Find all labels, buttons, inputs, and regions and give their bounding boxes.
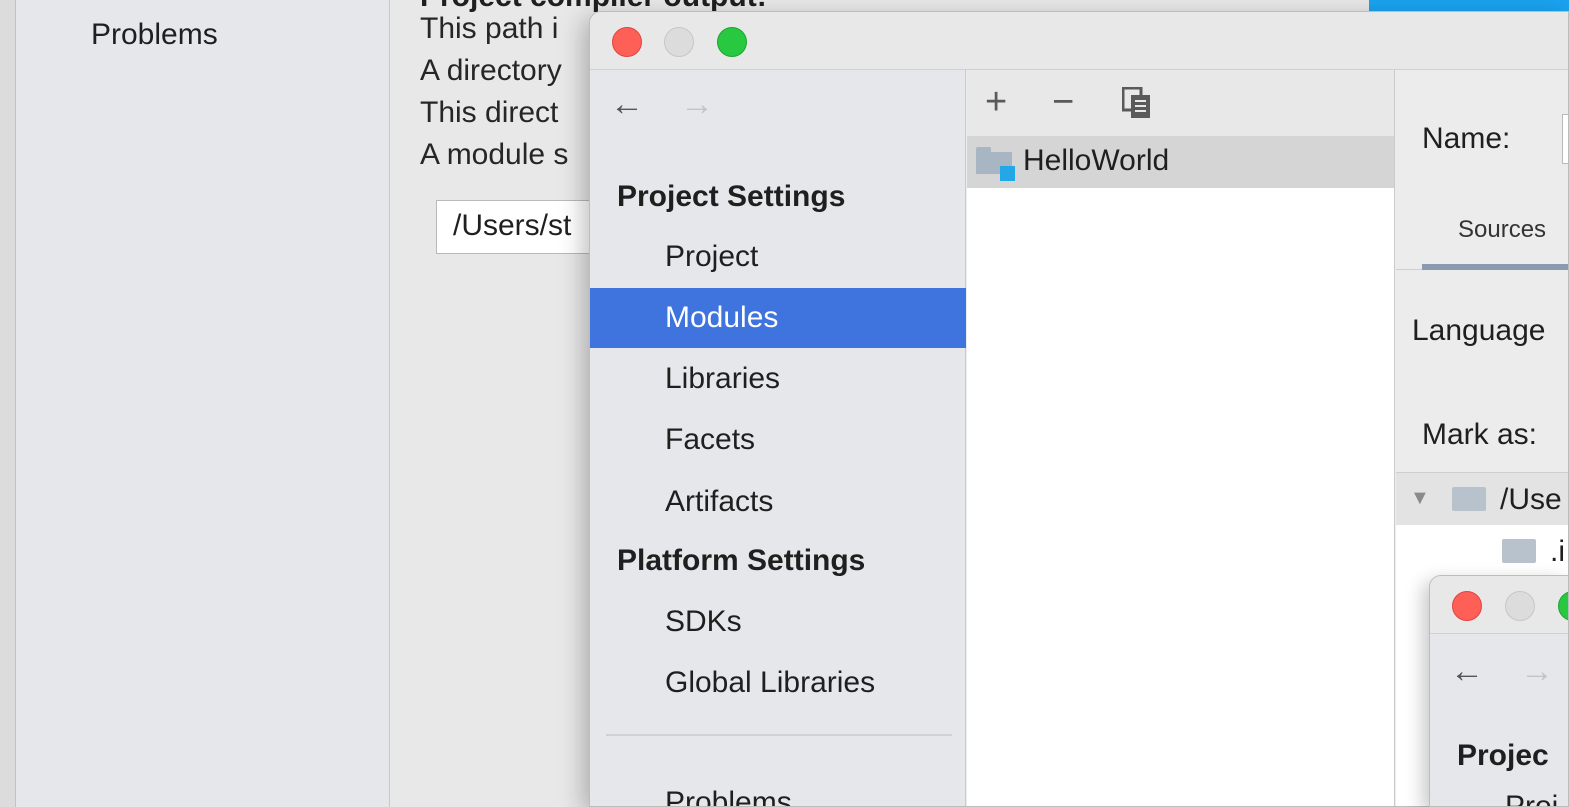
- tree-child-folder[interactable]: .i: [1550, 535, 1565, 569]
- add-icon[interactable]: +: [985, 82, 1007, 122]
- tree-row-root[interactable]: ▼ /Use: [1396, 473, 1568, 525]
- sidebar-separator: [606, 734, 952, 736]
- zoom-window-button[interactable]: [717, 27, 747, 57]
- nested-sidebar-item-project[interactable]: Proj: [1505, 790, 1558, 806]
- active-tab-indicator: [1422, 264, 1568, 270]
- nested-project-structure-dialog: ← → Projec Proj: [1429, 575, 1569, 807]
- expand-triangle-icon[interactable]: ▼: [1410, 487, 1430, 510]
- close-window-button[interactable]: [612, 27, 642, 57]
- module-name-input[interactable]: [1562, 114, 1568, 164]
- tree-root-path: /Use: [1500, 483, 1562, 516]
- nested-dialog-titlebar[interactable]: [1430, 576, 1568, 634]
- copy-icon[interactable]: [1121, 86, 1152, 127]
- settings-sidebar: ← → Project Settings Project Modules Lib…: [590, 70, 966, 806]
- modules-toolbar: + −: [967, 70, 1394, 136]
- sidebar-item-facets[interactable]: Facets: [590, 410, 966, 470]
- tab-sources[interactable]: Sources: [1458, 216, 1546, 244]
- sidebar-item-artifacts[interactable]: Artifacts: [590, 472, 966, 532]
- project-structure-dialog: ← → Project Settings Project Modules Lib…: [589, 11, 1569, 807]
- dialog-titlebar[interactable]: [590, 12, 1568, 70]
- background-window-edge: [0, 0, 16, 807]
- nested-close-button[interactable]: [1452, 591, 1482, 621]
- mark-as-label: Mark as:: [1422, 418, 1538, 451]
- forward-arrow-icon[interactable]: →: [680, 84, 714, 124]
- background-text-line-4: A module s: [420, 138, 569, 171]
- back-arrow-icon[interactable]: ←: [610, 84, 644, 124]
- sidebar-item-libraries[interactable]: Libraries: [590, 349, 966, 409]
- minimize-window-button[interactable]: [664, 27, 694, 57]
- language-level-label: Language: [1412, 314, 1546, 347]
- sidebar-item-project[interactable]: Project: [590, 227, 966, 287]
- nested-minimize-button[interactable]: [1505, 591, 1535, 621]
- background-text-line-1: This path i: [420, 12, 559, 45]
- name-label: Name:: [1422, 122, 1511, 155]
- folder-icon: [1452, 487, 1486, 511]
- nested-zoom-button[interactable]: [1558, 591, 1568, 621]
- module-name: HelloWorld: [1023, 144, 1170, 177]
- sidebar-item-problems[interactable]: Problems: [590, 773, 966, 806]
- nested-forward-arrow-icon[interactable]: →: [1520, 652, 1554, 691]
- module-folder-icon: [976, 147, 1015, 181]
- module-list-item[interactable]: HelloWorld: [967, 136, 1394, 188]
- background-sidebar: Problems: [0, 0, 390, 807]
- modules-pane: + − HelloWorld: [967, 70, 1395, 806]
- background-sidebar-item-problems[interactable]: Problems: [91, 18, 218, 52]
- sidebar-item-modules[interactable]: Modules: [590, 288, 966, 348]
- sidebar-item-sdks[interactable]: SDKs: [590, 592, 966, 652]
- background-text-line-3: This direct: [420, 96, 559, 129]
- remove-icon[interactable]: −: [1052, 82, 1074, 122]
- background-text-line-2: A directory: [420, 54, 562, 87]
- sidebar-item-global-libraries[interactable]: Global Libraries: [590, 653, 966, 713]
- nested-project-settings-header: Projec: [1457, 739, 1549, 772]
- project-settings-header: Project Settings: [617, 180, 846, 213]
- platform-settings-header: Platform Settings: [617, 544, 866, 577]
- nested-back-arrow-icon[interactable]: ←: [1450, 652, 1484, 691]
- subfolder-icon: [1502, 539, 1536, 563]
